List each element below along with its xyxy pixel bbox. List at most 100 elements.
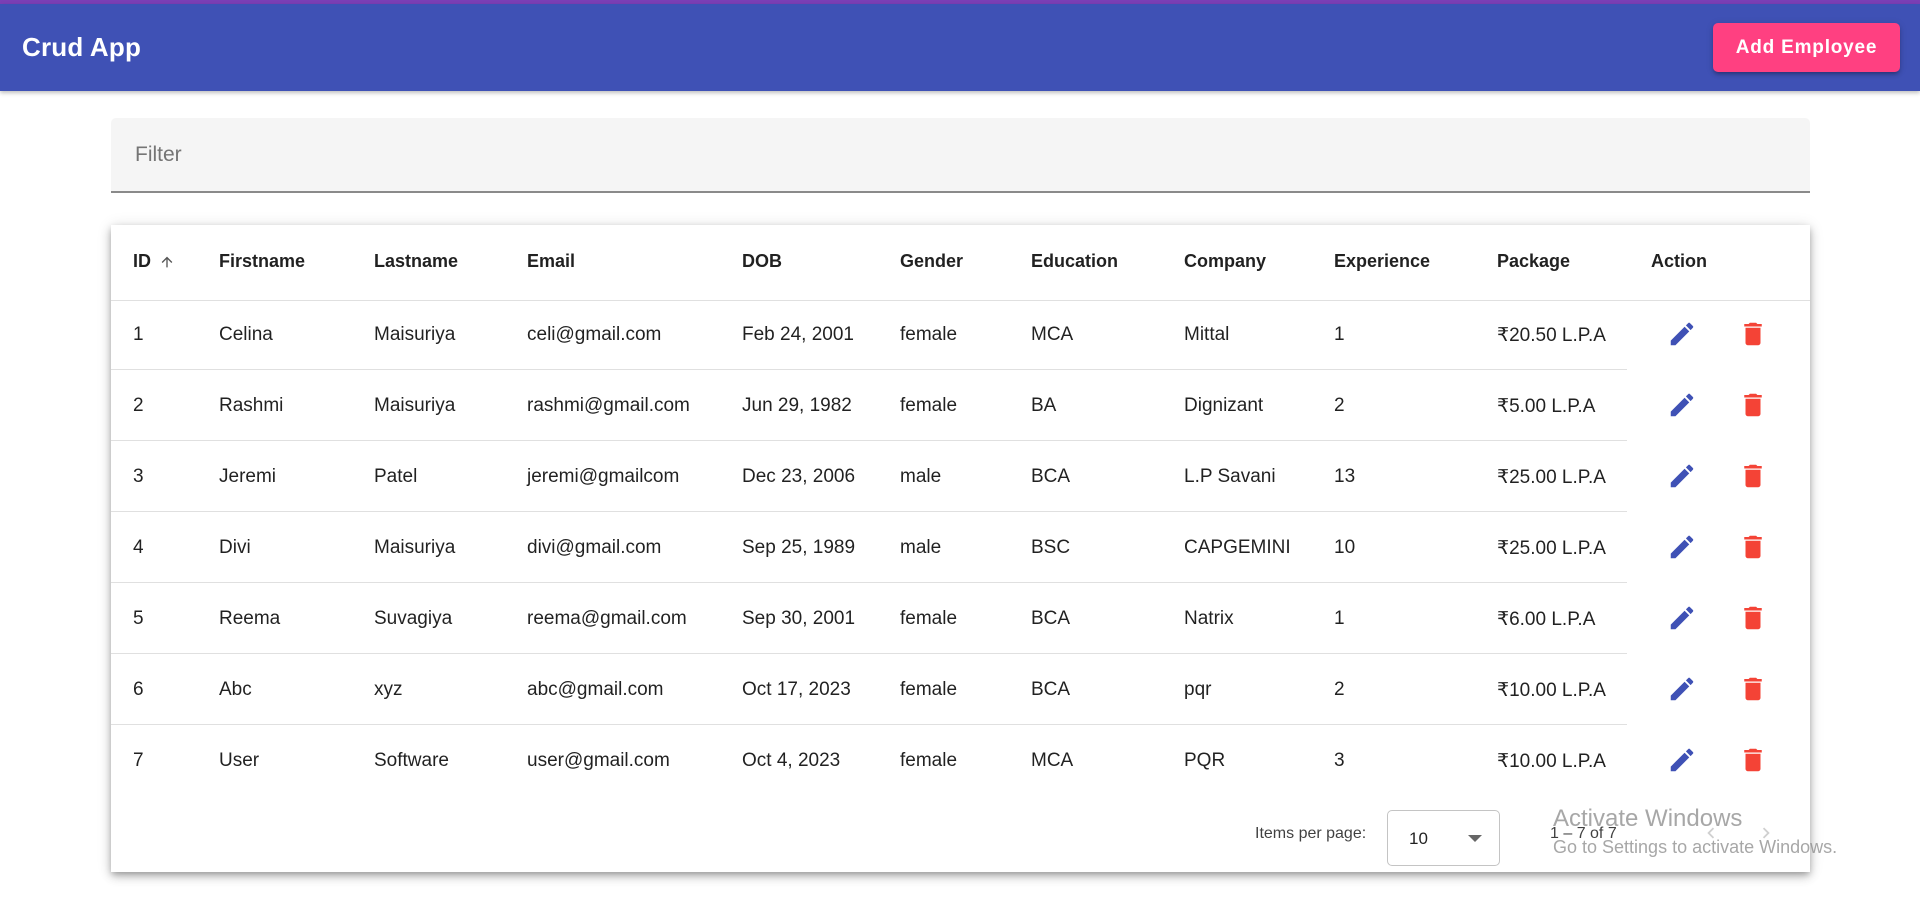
cell-dob: Sep 30, 2001 (742, 608, 856, 629)
table-row: 2 Rashmi Maisuriya rashmi@gmail.com Jun 29, … (111, 371, 1810, 441)
column-header-firstname[interactable]: Firstname (219, 251, 305, 272)
cell-gender: female (900, 679, 958, 700)
table-row: 3 Jeremi Patel jeremi@gmailcom Dec 23, 2006 m… (111, 442, 1810, 512)
cell-firstname: Rashmi (219, 395, 284, 416)
edit-button[interactable] (1660, 454, 1704, 498)
column-header-lastname[interactable]: Lastname (374, 251, 458, 272)
column-header-experience[interactable]: Experience (1334, 251, 1430, 272)
column-header-package[interactable]: Package (1497, 251, 1570, 272)
cell-firstname: Jeremi (219, 466, 277, 487)
employee-table: ID Firstname Lastname Email DOB Gender Educati… (111, 225, 1810, 872)
cell-id: 4 (133, 537, 144, 558)
edit-button[interactable] (1660, 525, 1704, 569)
cell-firstname: Celina (219, 324, 273, 345)
cell-experience: 2 (1334, 395, 1345, 416)
cell-email: abc@gmail.com (527, 679, 664, 700)
items-per-page-label: Items per page: (1255, 825, 1367, 842)
items-per-page-select[interactable]: 10 (1387, 810, 1500, 866)
cell-lastname: Maisuriya (374, 537, 456, 558)
edit-button[interactable] (1660, 383, 1704, 427)
cell-email: user@gmail.com (527, 750, 670, 771)
pencil-icon (1670, 606, 1694, 630)
pencil-icon (1670, 748, 1694, 772)
cell-company: L.P Savani (1184, 466, 1276, 487)
trash-icon (1744, 606, 1762, 630)
cell-id: 1 (133, 324, 144, 345)
cell-education: BCA (1031, 608, 1071, 629)
column-header-label: Company (1184, 251, 1267, 271)
row-divider (111, 724, 1627, 725)
edit-button[interactable] (1660, 667, 1704, 711)
column-header-email[interactable]: Email (527, 251, 575, 272)
cell-gender: female (900, 750, 958, 771)
cell-dob: Jun 29, 1982 (742, 395, 852, 416)
cell-education: BCA (1031, 679, 1071, 700)
cell-id: 6 (133, 679, 144, 700)
column-header-education[interactable]: Education (1031, 251, 1118, 272)
edit-button[interactable] (1660, 738, 1704, 782)
cell-company: Dignizant (1184, 395, 1264, 416)
cell-company: CAPGEMINI (1184, 537, 1291, 558)
delete-button[interactable] (1731, 454, 1775, 498)
delete-button[interactable] (1731, 738, 1775, 782)
cell-company: Natrix (1184, 608, 1234, 629)
edit-button[interactable] (1660, 312, 1704, 356)
column-header-id[interactable]: ID (133, 251, 175, 272)
table-header-row: ID Firstname Lastname Email DOB Gender Educati… (111, 225, 1810, 301)
cell-package: ₹10.00 L.P.A (1497, 751, 1606, 772)
cell-dob: Oct 17, 2023 (742, 679, 851, 700)
delete-button[interactable] (1731, 596, 1775, 640)
column-header-company[interactable]: Company (1184, 251, 1266, 272)
cell-experience: 2 (1334, 679, 1345, 700)
cell-experience: 1 (1334, 608, 1345, 629)
add-employee-button[interactable]: Add Employee (1713, 23, 1900, 72)
cell-firstname: Reema (219, 608, 281, 629)
cell-id: 2 (133, 395, 144, 416)
pencil-icon (1670, 393, 1694, 417)
table-row: 1 Celina Maisuriya celi@gmail.com Feb 24, 20… (111, 300, 1810, 370)
row-divider (111, 653, 1627, 654)
watermark-title: Activate Windows (1553, 805, 1743, 832)
cell-lastname: xyz (374, 679, 403, 700)
activate-windows-watermark: Activate Windows Go to Settings to activ… (1553, 805, 1837, 858)
cell-firstname: Abc (219, 679, 252, 700)
cell-package: ₹6.00 L.P.A (1497, 609, 1596, 630)
trash-icon (1744, 535, 1762, 559)
row-divider (111, 582, 1627, 583)
app-toolbar: Crud App Add Employee (0, 4, 1920, 91)
delete-button[interactable] (1731, 667, 1775, 711)
cell-lastname: Maisuriya (374, 324, 456, 345)
cell-gender: female (900, 395, 958, 416)
column-header-label: Education (1031, 251, 1119, 271)
filter-field[interactable] (111, 118, 1810, 193)
edit-button[interactable] (1660, 596, 1704, 640)
cell-dob: Oct 4, 2023 (742, 750, 841, 771)
cell-package: ₹20.50 L.P.A (1497, 325, 1606, 346)
column-header-label: Lastname (374, 251, 459, 271)
delete-button[interactable] (1731, 383, 1775, 427)
column-header-label: Action (1651, 251, 1707, 271)
cell-dob: Feb 24, 2001 (742, 324, 854, 345)
delete-button[interactable] (1731, 312, 1775, 356)
cell-email: rashmi@gmail.com (527, 395, 690, 416)
cell-company: PQR (1184, 750, 1226, 771)
cell-dob: Dec 23, 2006 (742, 466, 856, 487)
cell-company: Mittal (1184, 324, 1230, 345)
cell-firstname: User (219, 750, 260, 771)
column-header-action: Action (1651, 251, 1707, 272)
cell-firstname: Divi (219, 537, 251, 558)
cell-id: 5 (133, 608, 144, 629)
items-per-page-value: 10 (1409, 829, 1428, 848)
trash-icon (1744, 677, 1762, 701)
filter-input[interactable] (133, 136, 1787, 174)
row-divider (111, 369, 1627, 370)
pencil-icon (1670, 464, 1694, 488)
cell-experience: 10 (1334, 537, 1356, 558)
delete-button[interactable] (1731, 525, 1775, 569)
column-header-dob[interactable]: DOB (742, 251, 782, 272)
cell-company: pqr (1184, 679, 1212, 700)
cell-dob: Sep 25, 1989 (742, 537, 856, 558)
cell-experience: 13 (1334, 466, 1356, 487)
column-header-gender[interactable]: Gender (900, 251, 963, 272)
pencil-icon (1670, 322, 1694, 346)
